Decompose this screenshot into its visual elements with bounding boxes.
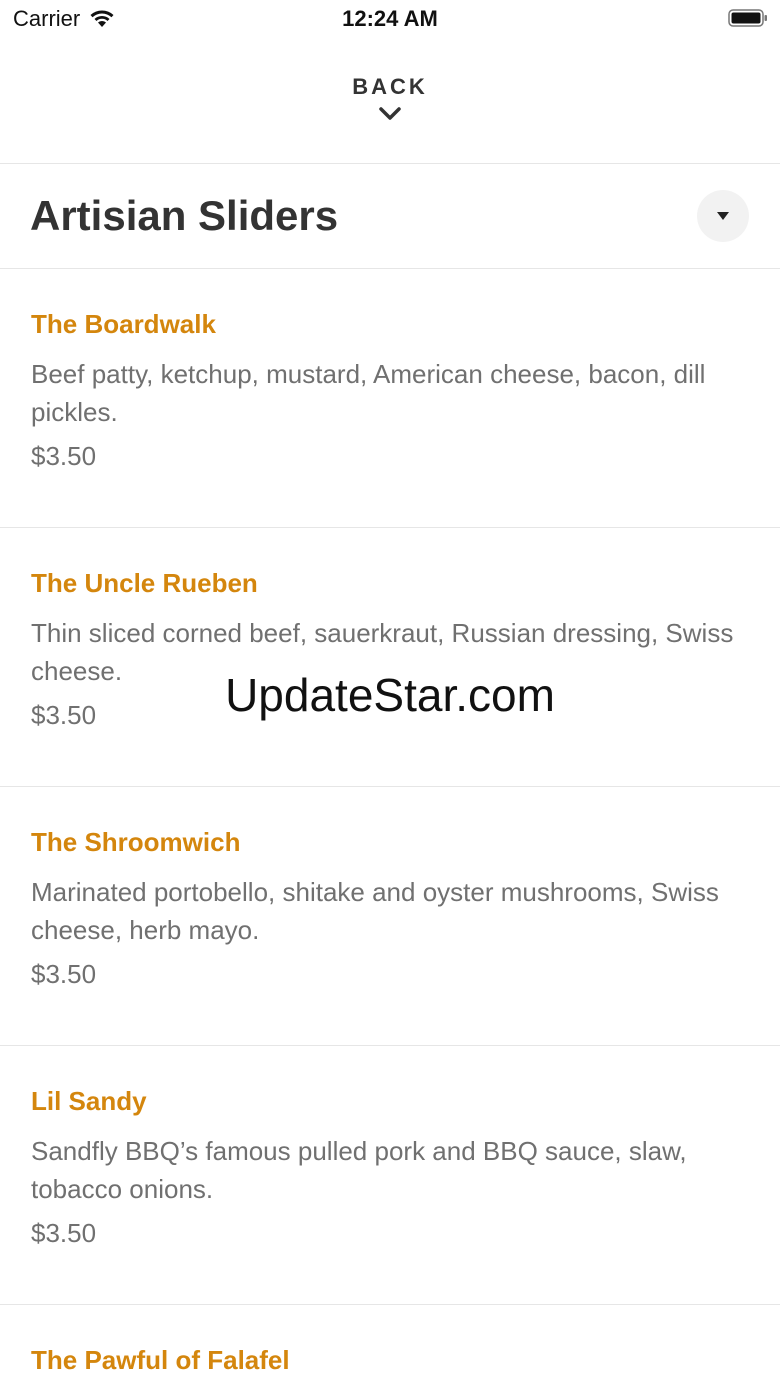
status-bar: Carrier 12:24 AM — [0, 0, 780, 40]
item-description: Marinated portobello, shitake and oyster… — [31, 877, 719, 945]
back-button[interactable]: BACK — [352, 74, 428, 100]
menu-list: The Boardwalk Beef patty, ketchup, musta… — [0, 269, 780, 1375]
back-navigation[interactable]: BACK — [0, 60, 780, 163]
item-name: The Shroomwich — [31, 827, 241, 857]
item-price: $3.50 — [31, 700, 97, 730]
item-price: $3.50 — [31, 959, 97, 989]
item-price: $3.50 — [31, 441, 97, 471]
menu-item[interactable]: The Boardwalk Beef patty, ketchup, musta… — [0, 269, 780, 528]
item-name: The Boardwalk — [31, 309, 216, 339]
item-description: Sandfly BBQ’s famous pulled pork and BBQ… — [31, 1136, 687, 1204]
item-name: The Pawful of Falafel — [31, 1345, 290, 1375]
menu-item[interactable]: The Pawful of Falafel — [0, 1305, 780, 1375]
caret-down-icon — [717, 212, 729, 220]
menu-item[interactable]: The Uncle Rueben Thin sliced corned beef… — [0, 528, 780, 787]
status-time: 12:24 AM — [342, 6, 438, 31]
section-dropdown-button[interactable] — [697, 190, 749, 242]
item-price: $3.50 — [31, 1218, 97, 1248]
chevron-down-icon[interactable] — [378, 106, 402, 122]
item-description: Beef patty, ketchup, mustard, American c… — [31, 359, 706, 427]
menu-item[interactable]: Lil Sandy Sandfly BBQ’s famous pulled po… — [0, 1046, 780, 1305]
section-title: Artisian Sliders — [30, 192, 339, 239]
section-header: Artisian Sliders — [0, 164, 780, 268]
menu-item[interactable]: The Shroomwich Marinated portobello, shi… — [0, 787, 780, 1046]
item-name: Lil Sandy — [31, 1086, 147, 1116]
item-name: The Uncle Rueben — [31, 568, 258, 598]
item-description: Thin sliced corned beef, sauerkraut, Rus… — [31, 618, 734, 686]
battery-icon — [728, 9, 767, 27]
